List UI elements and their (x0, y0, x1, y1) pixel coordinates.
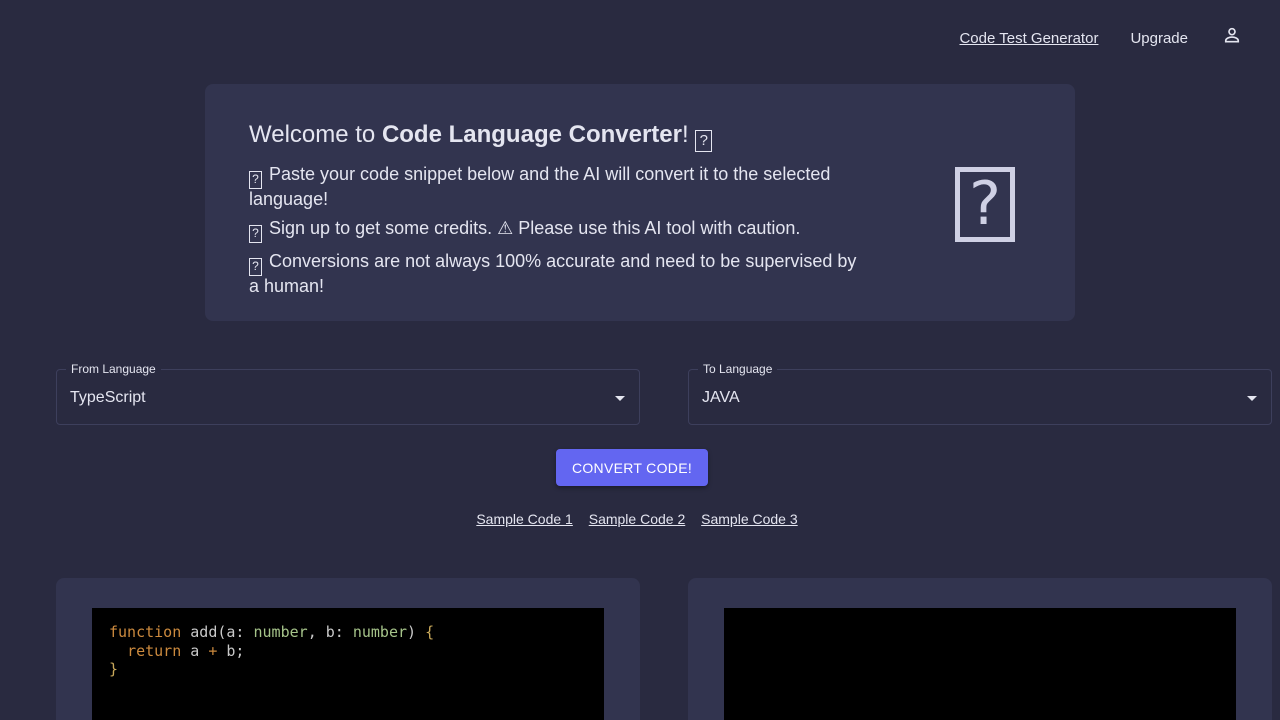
welcome-card: Welcome to Code Language Converter! ? ? … (205, 84, 1075, 321)
code-line-3: } (109, 660, 119, 678)
welcome-line-1-text: Paste your code snippet below and the AI… (249, 164, 831, 209)
from-language-value: TypeScript (70, 389, 146, 406)
welcome-title-prefix: Welcome to (249, 121, 382, 148)
from-language-label: From Language (66, 362, 161, 376)
to-language-select[interactable]: To Language JAVA (688, 362, 1272, 425)
chevron-down-icon (1247, 396, 1257, 401)
welcome-line-3: ? Conversions are not always 100% accura… (249, 251, 869, 297)
welcome-line-2: ? Sign up to get some credits. ⚠ Please … (249, 218, 869, 243)
to-language-label: To Language (698, 362, 778, 376)
upgrade-link[interactable]: Upgrade (1130, 30, 1188, 47)
sample-code-2-link[interactable]: Sample Code 2 (589, 511, 686, 527)
welcome-line-2-text: Sign up to get some credits. ⚠ Please us… (269, 218, 801, 238)
welcome-line-3-text: Conversions are not always 100% accurate… (249, 251, 857, 296)
welcome-title: Welcome to Code Language Converter! ? (249, 121, 1031, 152)
convert-code-button[interactable]: CONVERT CODE! (556, 449, 708, 486)
missing-glyph-icon: ? (695, 130, 713, 152)
welcome-line-1: ? Paste your code snippet below and the … (249, 164, 869, 210)
welcome-title-app-name: Code Language Converter (381, 121, 682, 148)
chevron-down-icon (615, 396, 625, 401)
code-line-1: function add(a: number, b: number) { (109, 623, 435, 641)
output-code-panel (688, 578, 1272, 720)
sample-code-3-link[interactable]: Sample Code 3 (701, 511, 798, 527)
from-language-select[interactable]: From Language TypeScript (56, 362, 640, 425)
missing-glyph-icon: ? (249, 258, 262, 276)
to-language-value: JAVA (702, 389, 740, 406)
missing-glyph-icon: ? (249, 171, 262, 189)
code-line-2: return a + b; (127, 641, 245, 660)
app-root: Code Test Generator Upgrade Welcome to C… (0, 0, 1280, 720)
missing-glyph-icon: ? (249, 225, 262, 243)
input-code-editor[interactable]: function add(a: number, b: number) { ret… (92, 608, 604, 720)
welcome-title-suffix: ! (681, 121, 689, 148)
sample-links: Sample Code 1 Sample Code 2 Sample Code … (0, 511, 1280, 527)
code-test-generator-link[interactable]: Code Test Generator (959, 30, 1098, 47)
input-code-panel: function add(a: number, b: number) { ret… (56, 578, 640, 720)
sample-code-1-link[interactable]: Sample Code 1 (476, 511, 573, 527)
output-code-editor[interactable] (724, 608, 1236, 720)
large-missing-glyph-icon: ? (955, 167, 1015, 242)
top-nav: Code Test Generator Upgrade (927, 0, 1280, 76)
user-icon[interactable] (1222, 25, 1242, 45)
